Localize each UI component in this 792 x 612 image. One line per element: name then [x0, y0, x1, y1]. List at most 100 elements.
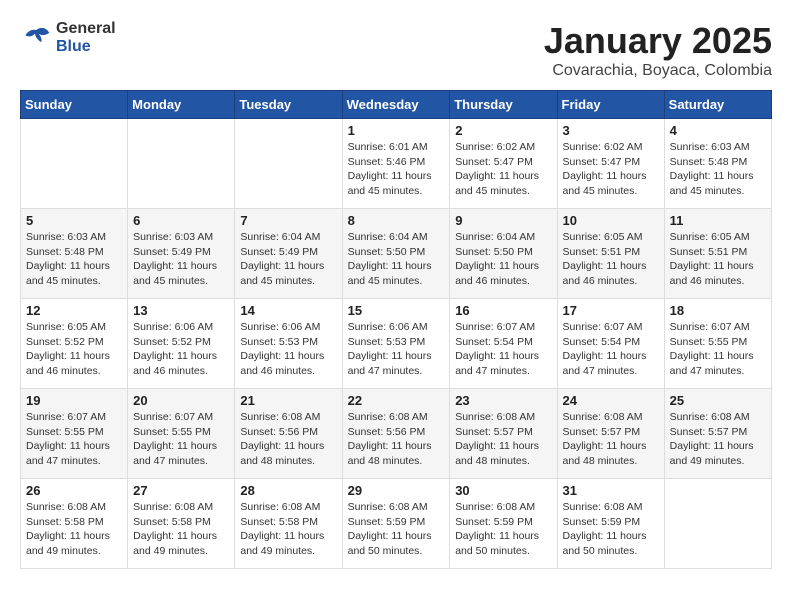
calendar-cell-4-0: 26 Sunrise: 6:08 AM Sunset: 5:58 PM Dayl… [21, 479, 128, 569]
calendar-cell-3-2: 21 Sunrise: 6:08 AM Sunset: 5:56 PM Dayl… [235, 389, 342, 479]
daylight-text: Daylight: 11 hours and 49 minutes. [133, 530, 217, 557]
sunset-text: Sunset: 5:57 PM [670, 426, 748, 438]
daylight-text: Daylight: 11 hours and 47 minutes. [670, 350, 754, 377]
day-number: 27 [133, 483, 229, 498]
day-number: 11 [670, 213, 766, 228]
daylight-text: Daylight: 11 hours and 50 minutes. [455, 530, 539, 557]
calendar-cell-3-0: 19 Sunrise: 6:07 AM Sunset: 5:55 PM Dayl… [21, 389, 128, 479]
weekday-friday: Friday [557, 91, 664, 119]
calendar-cell-0-5: 3 Sunrise: 6:02 AM Sunset: 5:47 PM Dayli… [557, 119, 664, 209]
week-row-3: 12 Sunrise: 6:05 AM Sunset: 5:52 PM Dayl… [21, 299, 772, 389]
weekday-header-row: SundayMondayTuesdayWednesdayThursdayFrid… [21, 91, 772, 119]
calendar-cell-0-3: 1 Sunrise: 6:01 AM Sunset: 5:46 PM Dayli… [342, 119, 450, 209]
sunset-text: Sunset: 5:57 PM [563, 426, 641, 438]
day-info: Sunrise: 6:04 AM Sunset: 5:50 PM Dayligh… [348, 230, 445, 289]
week-row-1: 1 Sunrise: 6:01 AM Sunset: 5:46 PM Dayli… [21, 119, 772, 209]
daylight-text: Daylight: 11 hours and 49 minutes. [26, 530, 110, 557]
day-info: Sunrise: 6:08 AM Sunset: 5:56 PM Dayligh… [240, 410, 336, 469]
day-number: 23 [455, 393, 551, 408]
sunset-text: Sunset: 5:56 PM [240, 426, 318, 438]
day-info: Sunrise: 6:07 AM Sunset: 5:55 PM Dayligh… [133, 410, 229, 469]
calendar-cell-4-6 [664, 479, 771, 569]
sunset-text: Sunset: 5:54 PM [563, 336, 641, 348]
sunrise-text: Sunrise: 6:07 AM [133, 411, 213, 423]
day-info: Sunrise: 6:04 AM Sunset: 5:50 PM Dayligh… [455, 230, 551, 289]
calendar-table: SundayMondayTuesdayWednesdayThursdayFrid… [20, 90, 772, 569]
daylight-text: Daylight: 11 hours and 48 minutes. [240, 440, 324, 467]
daylight-text: Daylight: 11 hours and 45 minutes. [455, 170, 539, 197]
weekday-sunday: Sunday [21, 91, 128, 119]
daylight-text: Daylight: 11 hours and 49 minutes. [240, 530, 324, 557]
sunrise-text: Sunrise: 6:07 AM [26, 411, 106, 423]
day-info: Sunrise: 6:02 AM Sunset: 5:47 PM Dayligh… [563, 140, 659, 199]
day-info: Sunrise: 6:07 AM Sunset: 5:55 PM Dayligh… [26, 410, 122, 469]
sunset-text: Sunset: 5:51 PM [670, 246, 748, 258]
sunrise-text: Sunrise: 6:08 AM [348, 501, 428, 513]
sunset-text: Sunset: 5:56 PM [348, 426, 426, 438]
daylight-text: Daylight: 11 hours and 48 minutes. [348, 440, 432, 467]
sunset-text: Sunset: 5:51 PM [563, 246, 641, 258]
day-number: 4 [670, 123, 766, 138]
day-number: 21 [240, 393, 336, 408]
sunset-text: Sunset: 5:55 PM [670, 336, 748, 348]
calendar-cell-4-4: 30 Sunrise: 6:08 AM Sunset: 5:59 PM Dayl… [450, 479, 557, 569]
sunset-text: Sunset: 5:55 PM [26, 426, 104, 438]
day-number: 7 [240, 213, 336, 228]
day-number: 12 [26, 303, 122, 318]
sunrise-text: Sunrise: 6:01 AM [348, 141, 428, 153]
calendar-cell-2-4: 16 Sunrise: 6:07 AM Sunset: 5:54 PM Dayl… [450, 299, 557, 389]
daylight-text: Daylight: 11 hours and 47 minutes. [348, 350, 432, 377]
sunset-text: Sunset: 5:59 PM [563, 516, 641, 528]
daylight-text: Daylight: 11 hours and 45 minutes. [133, 260, 217, 287]
day-info: Sunrise: 6:06 AM Sunset: 5:53 PM Dayligh… [240, 320, 336, 379]
sunrise-text: Sunrise: 6:05 AM [670, 231, 750, 243]
sunset-text: Sunset: 5:58 PM [133, 516, 211, 528]
day-info: Sunrise: 6:08 AM Sunset: 5:58 PM Dayligh… [240, 500, 336, 559]
daylight-text: Daylight: 11 hours and 46 minutes. [240, 350, 324, 377]
day-info: Sunrise: 6:08 AM Sunset: 5:59 PM Dayligh… [348, 500, 445, 559]
daylight-text: Daylight: 11 hours and 46 minutes. [133, 350, 217, 377]
sunrise-text: Sunrise: 6:08 AM [455, 501, 535, 513]
week-row-2: 5 Sunrise: 6:03 AM Sunset: 5:48 PM Dayli… [21, 209, 772, 299]
sunset-text: Sunset: 5:59 PM [348, 516, 426, 528]
sunrise-text: Sunrise: 6:07 AM [563, 321, 643, 333]
sunrise-text: Sunrise: 6:08 AM [240, 501, 320, 513]
daylight-text: Daylight: 11 hours and 45 minutes. [563, 170, 647, 197]
day-number: 25 [670, 393, 766, 408]
daylight-text: Daylight: 11 hours and 48 minutes. [563, 440, 647, 467]
daylight-text: Daylight: 11 hours and 45 minutes. [240, 260, 324, 287]
daylight-text: Daylight: 11 hours and 47 minutes. [26, 440, 110, 467]
day-number: 18 [670, 303, 766, 318]
sunset-text: Sunset: 5:50 PM [455, 246, 533, 258]
daylight-text: Daylight: 11 hours and 47 minutes. [455, 350, 539, 377]
day-number: 28 [240, 483, 336, 498]
logo-bird-icon [20, 22, 52, 54]
day-info: Sunrise: 6:04 AM Sunset: 5:49 PM Dayligh… [240, 230, 336, 289]
calendar-cell-0-1 [128, 119, 235, 209]
day-info: Sunrise: 6:08 AM Sunset: 5:59 PM Dayligh… [455, 500, 551, 559]
sunset-text: Sunset: 5:52 PM [26, 336, 104, 348]
daylight-text: Daylight: 11 hours and 45 minutes. [348, 260, 432, 287]
calendar-cell-4-3: 29 Sunrise: 6:08 AM Sunset: 5:59 PM Dayl… [342, 479, 450, 569]
sunrise-text: Sunrise: 6:02 AM [563, 141, 643, 153]
daylight-text: Daylight: 11 hours and 45 minutes. [26, 260, 110, 287]
day-info: Sunrise: 6:05 AM Sunset: 5:51 PM Dayligh… [563, 230, 659, 289]
calendar-cell-2-6: 18 Sunrise: 6:07 AM Sunset: 5:55 PM Dayl… [664, 299, 771, 389]
sunrise-text: Sunrise: 6:03 AM [133, 231, 213, 243]
month-title: January 2025 [544, 20, 772, 62]
sunrise-text: Sunrise: 6:05 AM [563, 231, 643, 243]
calendar-cell-1-4: 9 Sunrise: 6:04 AM Sunset: 5:50 PM Dayli… [450, 209, 557, 299]
sunrise-text: Sunrise: 6:08 AM [563, 411, 643, 423]
sunrise-text: Sunrise: 6:04 AM [455, 231, 535, 243]
daylight-text: Daylight: 11 hours and 45 minutes. [348, 170, 432, 197]
calendar-cell-1-2: 7 Sunrise: 6:04 AM Sunset: 5:49 PM Dayli… [235, 209, 342, 299]
calendar-cell-1-6: 11 Sunrise: 6:05 AM Sunset: 5:51 PM Dayl… [664, 209, 771, 299]
sunrise-text: Sunrise: 6:03 AM [670, 141, 750, 153]
logo: General Blue [20, 20, 116, 55]
day-info: Sunrise: 6:08 AM Sunset: 5:56 PM Dayligh… [348, 410, 445, 469]
sunrise-text: Sunrise: 6:05 AM [26, 321, 106, 333]
daylight-text: Daylight: 11 hours and 50 minutes. [563, 530, 647, 557]
weekday-wednesday: Wednesday [342, 91, 450, 119]
sunrise-text: Sunrise: 6:08 AM [133, 501, 213, 513]
day-info: Sunrise: 6:08 AM Sunset: 5:58 PM Dayligh… [133, 500, 229, 559]
